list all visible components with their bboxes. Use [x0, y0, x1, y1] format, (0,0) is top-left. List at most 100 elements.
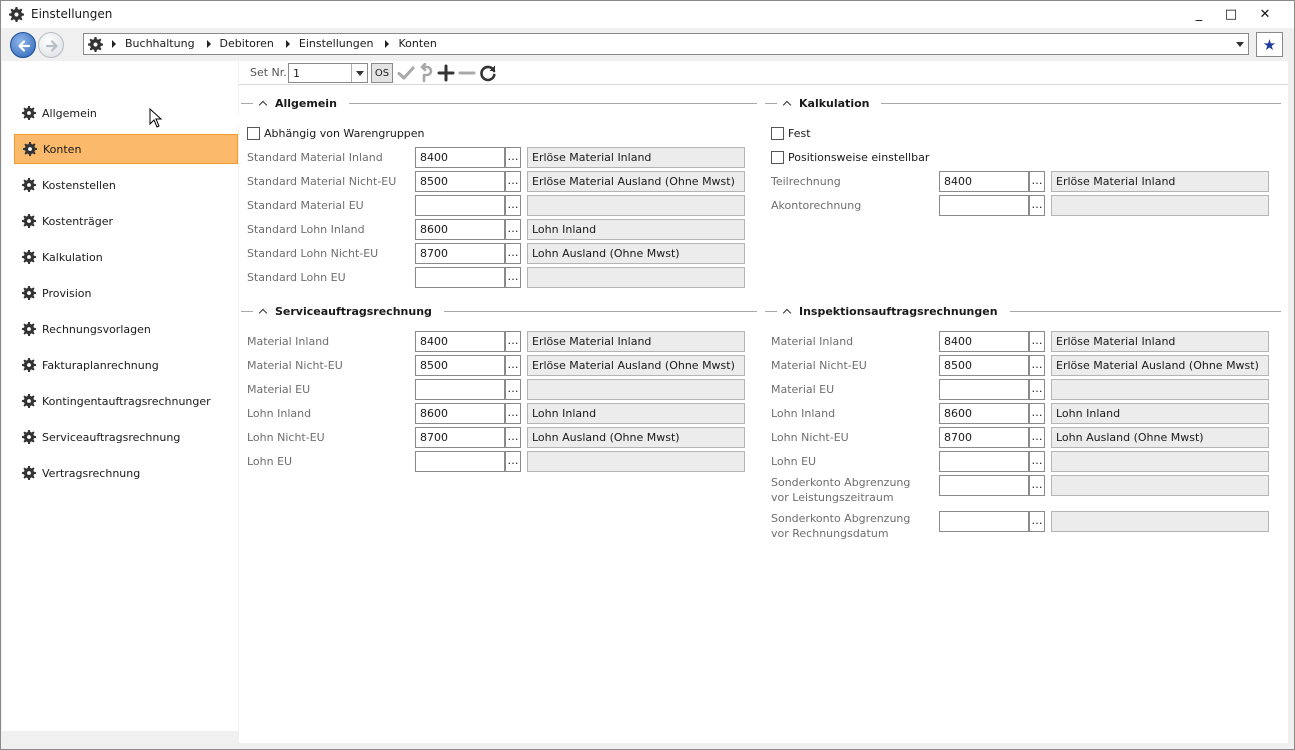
- breadcrumb-item[interactable]: Debitoren: [220, 37, 274, 50]
- os-button[interactable]: OS: [371, 63, 393, 83]
- lookup-button[interactable]: …: [505, 403, 521, 424]
- breadcrumb-item[interactable]: Buchhaltung: [125, 37, 195, 50]
- sidebar-item-kontingentauftragsrechnunger[interactable]: Kontingentauftragsrechnunger: [14, 386, 238, 416]
- gear-icon: [22, 178, 36, 192]
- check-icon[interactable]: [396, 63, 416, 83]
- lookup-button[interactable]: …: [1029, 331, 1045, 352]
- account-input[interactable]: [415, 195, 505, 216]
- account-input[interactable]: 8400: [939, 331, 1029, 352]
- chevron-down-icon[interactable]: [351, 64, 367, 82]
- account-input[interactable]: [939, 511, 1029, 532]
- sidebar-item-allgemein[interactable]: Allgemein: [14, 98, 238, 128]
- section-header-service[interactable]: Serviceauftragsrechnung: [259, 303, 432, 319]
- account-description: Erlöse Material Ausland (Ohne Mwst): [527, 171, 745, 192]
- sidebar-item-fakturaplanrechnung[interactable]: Fakturaplanrechnung: [14, 350, 238, 380]
- lookup-button[interactable]: …: [505, 451, 521, 472]
- lookup-button[interactable]: …: [1029, 475, 1045, 496]
- lookup-button[interactable]: …: [505, 195, 521, 216]
- lookup-button[interactable]: …: [1029, 451, 1045, 472]
- account-input[interactable]: [415, 451, 505, 472]
- remove-icon[interactable]: [457, 63, 477, 83]
- account-input[interactable]: 8500: [415, 355, 505, 376]
- sidebar-item-konten[interactable]: Konten: [14, 134, 238, 164]
- account-input[interactable]: 8500: [939, 355, 1029, 376]
- field-label: Lohn Nicht-EU: [771, 431, 849, 444]
- lookup-button[interactable]: …: [1029, 379, 1045, 400]
- account-input[interactable]: [415, 379, 505, 400]
- field-label: Lohn Inland: [247, 407, 312, 420]
- lookup-button[interactable]: …: [505, 355, 521, 376]
- close-button[interactable]: ✕: [1248, 3, 1282, 25]
- back-button[interactable]: [10, 32, 36, 58]
- checkbox[interactable]: [247, 127, 260, 140]
- sidebar-item-vertragsrechnung[interactable]: Vertragsrechnung: [14, 458, 238, 488]
- forward-button[interactable]: [38, 32, 64, 58]
- lookup-button[interactable]: …: [1029, 511, 1045, 532]
- breadcrumb-separator-icon: [285, 39, 290, 48]
- breadcrumb-item[interactable]: Einstellungen: [299, 37, 374, 50]
- account-description: Erlöse Material Ausland (Ohne Mwst): [1051, 355, 1269, 376]
- lookup-button[interactable]: …: [1029, 427, 1045, 448]
- sidebar-item-rechnungsvorlagen[interactable]: Rechnungsvorlagen: [14, 314, 238, 344]
- sidebar-item-provision[interactable]: Provision: [14, 278, 238, 308]
- account-input[interactable]: 8400: [415, 147, 505, 168]
- sidebar-item-label: Allgemein: [42, 106, 97, 120]
- account-input[interactable]: [939, 195, 1029, 216]
- divider: [348, 103, 757, 104]
- sidebar-item-kalkulation[interactable]: Kalkulation: [14, 242, 238, 272]
- chevron-up-icon[interactable]: [259, 99, 267, 107]
- account-description: [527, 195, 745, 216]
- lookup-button[interactable]: …: [505, 171, 521, 192]
- lookup-button[interactable]: …: [505, 331, 521, 352]
- account-input[interactable]: 8400: [939, 171, 1029, 192]
- refresh-icon[interactable]: [478, 63, 498, 83]
- section-header-kalkulation[interactable]: Kalkulation: [783, 95, 869, 111]
- chevron-up-icon[interactable]: [783, 99, 791, 107]
- chevron-down-icon[interactable]: [1236, 42, 1244, 47]
- lookup-button[interactable]: …: [505, 243, 521, 264]
- lookup-button[interactable]: …: [505, 427, 521, 448]
- field-label: Material EU: [771, 383, 835, 396]
- lookup-button[interactable]: …: [1029, 171, 1045, 192]
- section-header-inspektion[interactable]: Inspektionsauftragsrechnungen: [783, 303, 998, 319]
- undo-icon[interactable]: [416, 63, 436, 83]
- lookup-button[interactable]: …: [505, 379, 521, 400]
- account-input[interactable]: 8400: [415, 331, 505, 352]
- lookup-button[interactable]: …: [505, 219, 521, 240]
- section-header-allgemein[interactable]: Allgemein: [259, 95, 337, 111]
- checkbox[interactable]: [771, 127, 784, 140]
- checkbox[interactable]: [771, 151, 784, 164]
- divider: [241, 311, 253, 312]
- title-bar: Einstellungen _ □ ✕: [1, 1, 1294, 28]
- lookup-button[interactable]: …: [505, 147, 521, 168]
- sidebar-item-kostenträger[interactable]: Kostenträger: [14, 206, 238, 236]
- account-input[interactable]: [939, 379, 1029, 400]
- add-icon[interactable]: [436, 63, 456, 83]
- account-input[interactable]: 8700: [415, 427, 505, 448]
- breadcrumb-item[interactable]: Konten: [398, 37, 436, 50]
- lookup-button[interactable]: …: [1029, 403, 1045, 424]
- account-input[interactable]: 8700: [415, 243, 505, 264]
- breadcrumb[interactable]: Buchhaltung Debitoren Einstellungen Kont…: [83, 33, 1249, 55]
- account-input[interactable]: [939, 451, 1029, 472]
- lookup-button[interactable]: …: [1029, 355, 1045, 376]
- account-input[interactable]: [939, 475, 1029, 496]
- sidebar-item-serviceauftragsrechnung[interactable]: Serviceauftragsrechnung: [14, 422, 238, 452]
- lookup-button[interactable]: …: [505, 267, 521, 288]
- chevron-up-icon[interactable]: [783, 307, 791, 315]
- sidebar-item-kostenstellen[interactable]: Kostenstellen: [14, 170, 238, 200]
- account-input[interactable]: 8700: [939, 427, 1029, 448]
- section-title: Allgemein: [275, 96, 337, 110]
- account-input[interactable]: 8600: [939, 403, 1029, 424]
- favorite-button[interactable]: ★: [1256, 32, 1283, 57]
- sidebar-item-label: Kalkulation: [42, 250, 103, 264]
- account-input[interactable]: [415, 267, 505, 288]
- minimize-button[interactable]: _: [1182, 3, 1216, 25]
- set-number-select[interactable]: 1: [288, 63, 368, 83]
- account-input[interactable]: 8600: [415, 403, 505, 424]
- chevron-up-icon[interactable]: [259, 307, 267, 315]
- lookup-button[interactable]: …: [1029, 195, 1045, 216]
- maximize-button[interactable]: □: [1214, 3, 1248, 25]
- account-input[interactable]: 8500: [415, 171, 505, 192]
- account-input[interactable]: 8600: [415, 219, 505, 240]
